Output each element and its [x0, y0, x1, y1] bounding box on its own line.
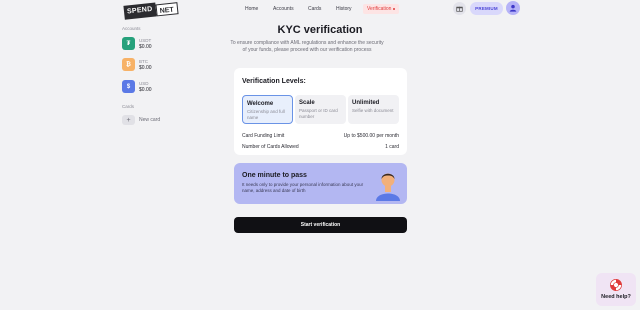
user-icon: [509, 4, 517, 12]
banner-title: One minute to pass: [242, 172, 307, 179]
plus-icon: +: [122, 115, 135, 125]
account-balance: $0.00: [139, 43, 152, 50]
cards-section-title: Cards: [122, 104, 135, 109]
nav-history[interactable]: History: [336, 4, 352, 14]
account-name: USDT: [139, 37, 152, 43]
tether-icon: ₮: [122, 37, 135, 50]
person-icon: [376, 173, 400, 201]
start-verification-button[interactable]: Start verification: [234, 217, 407, 233]
level-desc: Selfie with document: [352, 108, 394, 113]
main-nav: Home Accounts Cards History Verification: [0, 4, 640, 14]
bitcoin-icon: ₿: [122, 58, 135, 71]
lifebuoy-icon: [610, 279, 622, 291]
info-row-funding-limit: Card Funding Limit Up to $500.00 per mon…: [242, 133, 399, 139]
info-row-cards-allowed: Number of Cards Allowed 1 card: [242, 144, 399, 150]
level-scale[interactable]: Scale Passport or ID card number: [295, 95, 346, 124]
level-desc: Passport or ID card number: [299, 108, 338, 119]
nav-verification[interactable]: Verification: [363, 4, 400, 14]
top-header: SPEND NET Home Accounts Cards History Ve…: [0, 0, 640, 20]
level-name: Scale: [299, 100, 315, 106]
info-label: Number of Cards Allowed: [242, 144, 299, 150]
banner-text: It needs only to provide your personal i…: [242, 182, 364, 193]
info-value: 1 card: [385, 144, 399, 150]
level-unlimited[interactable]: Unlimited Selfie with document: [348, 95, 399, 124]
level-name: Unlimited: [352, 100, 380, 106]
nav-verification-label: Verification: [367, 6, 392, 12]
page-title: KYC verification: [277, 24, 363, 36]
alert-dot-icon: [393, 7, 396, 10]
dollar-icon: $: [122, 80, 135, 93]
need-help-button[interactable]: Need help?: [596, 273, 636, 306]
gift-icon[interactable]: [453, 2, 466, 15]
account-item-usdt[interactable]: ₮ USDT $0.00: [122, 37, 152, 50]
info-value: Up to $500.00 per month: [343, 133, 399, 139]
new-card-button[interactable]: + New card: [122, 115, 160, 125]
verification-levels-card: Verification Levels: Welcome Citizenship…: [234, 68, 407, 155]
account-balance: $0.00: [139, 86, 152, 93]
level-welcome[interactable]: Welcome Citizenship and full name: [242, 95, 293, 124]
account-item-btc[interactable]: ₿ BTC $0.00: [122, 58, 152, 71]
need-help-label: Need help?: [601, 294, 631, 300]
level-name: Welcome: [247, 101, 274, 107]
level-desc: Citizenship and full name: [247, 109, 285, 120]
account-item-usd[interactable]: $ USD $0.00: [122, 80, 152, 93]
nav-accounts[interactable]: Accounts: [273, 4, 294, 14]
info-banner: One minute to pass It needs only to prov…: [234, 163, 407, 204]
avatar[interactable]: [506, 1, 520, 15]
levels-title: Verification Levels:: [242, 78, 306, 85]
info-label: Card Funding Limit: [242, 133, 285, 139]
page-subtitle: To ensure compliance with AML regulation…: [230, 40, 384, 53]
nav-cards[interactable]: Cards: [308, 4, 321, 14]
nav-home[interactable]: Home: [245, 4, 258, 14]
account-balance: $0.00: [139, 64, 152, 71]
new-card-label: New card: [139, 117, 161, 123]
premium-button[interactable]: PREMIUM: [470, 2, 503, 15]
